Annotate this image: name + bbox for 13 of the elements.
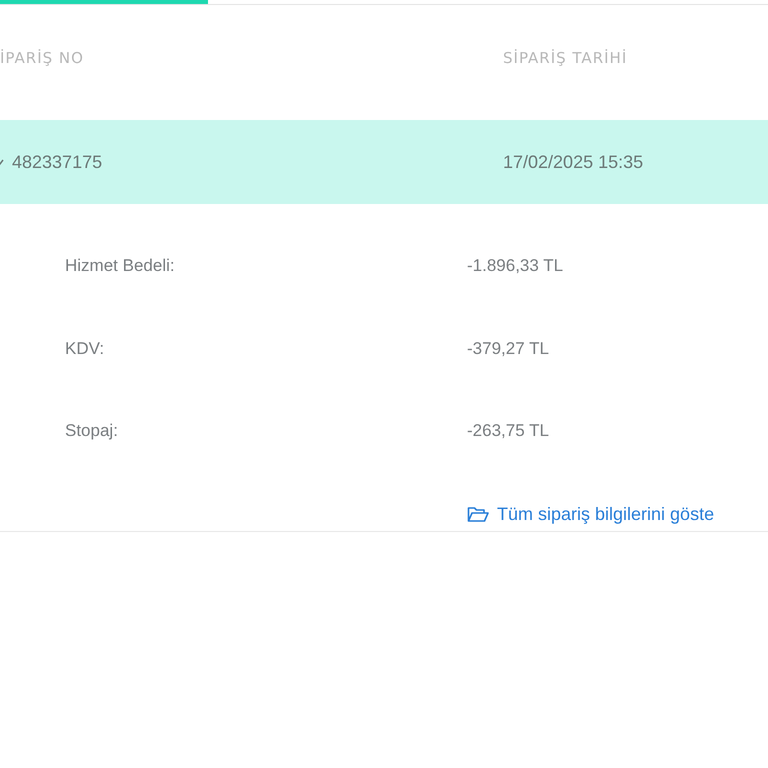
table-cell: 482337175 (12, 152, 102, 172)
detail-label: Hizmet Bedeli: (65, 256, 176, 276)
detail-label: KDV: (65, 338, 106, 358)
show-all-link[interactable]: Tüm sipariş bilgilerini göste (467, 504, 714, 524)
detail-value: -263,75 TL (467, 421, 550, 441)
table-row[interactable]: 482337175 17/02/2025 15:35 (0, 120, 768, 204)
detail-value: -1.896,33 TL (467, 256, 564, 276)
folder-icon (467, 506, 489, 522)
column-header: SİPARİŞ TARİHİ (503, 48, 628, 66)
column-header: İPARİŞ NO (0, 48, 85, 66)
detail-value: -379,27 TL (467, 338, 550, 358)
table-cell-text: 17/02/2025 15:35 (503, 152, 644, 172)
detail-label: Stopaj: (65, 421, 119, 441)
